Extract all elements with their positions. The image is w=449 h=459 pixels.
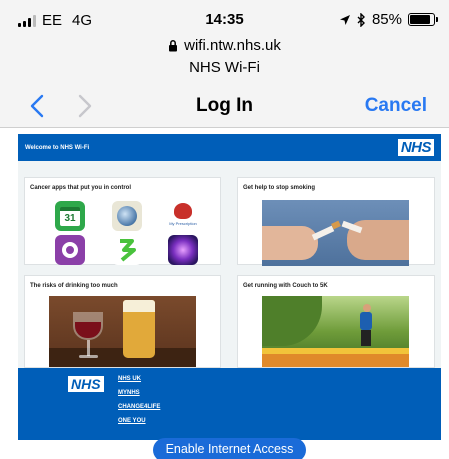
bluetooth-icon [357,12,365,27]
prescription-app-label: My Prescription [169,221,197,226]
nav-bar: Log In Cancel [0,86,449,128]
cancel-button[interactable]: Cancel [365,95,427,117]
battery-percent: 85% [371,11,402,28]
app-icons-grid: 31 My Prescription [55,201,198,265]
site-footer: NHS NHS UK MYNHS CHANGE4LIFE ONE YOU [18,368,441,440]
url-text: wifi.ntw.nhs.uk [184,37,281,54]
footer-link-mynhs[interactable]: MYNHS [118,390,160,396]
card-title: The risks of drinking too much [30,283,118,289]
calendar-app-icon: 31 [55,201,85,231]
page-title: NHS Wi-Fi [189,59,260,76]
footer-link-one-you[interactable]: ONE YOU [118,418,160,424]
status-right: 85% [339,11,438,28]
purple-ring-app-icon [55,235,85,265]
prescription-app-icon: My Prescription [168,201,198,231]
purple-cell-app-icon [168,235,198,265]
card-title: Get help to stop smoking [243,185,316,191]
enable-internet-button[interactable]: Enable Internet Access [153,438,306,459]
card-cancer-apps[interactable]: Cancer apps that put you in control 31 M… [24,177,221,265]
footer-link-nhs-uk[interactable]: NHS UK [118,376,160,382]
card-couch-to-5k[interactable]: Get running with Couch to 5K [237,275,435,368]
web-content: Welcome to NHS Wi-Fi NHS Cancer apps tha… [18,134,441,440]
footer-links: NHS UK MYNHS CHANGE4LIFE ONE YOU [118,376,160,432]
card-stop-smoking[interactable]: Get help to stop smoking [237,177,435,266]
card-title: Cancer apps that put you in control [30,185,132,191]
green-leaf-app-icon [112,235,142,265]
calendar-day: 31 [60,207,80,226]
battery-fill [410,15,430,24]
status-bar: EE 4G 14:35 85% [0,0,449,36]
url-area[interactable]: wifi.ntw.nhs.uk NHS Wi-Fi [0,36,449,86]
welcome-text: Welcome to NHS Wi-Fi [25,144,90,151]
globe-app-icon [112,201,142,231]
card-title: Get running with Couch to 5K [243,283,328,289]
runner-image [262,296,409,367]
battery-icon [408,13,438,26]
footer-link-change4life[interactable]: CHANGE4LIFE [118,404,160,410]
lock-icon [169,40,178,52]
wine-beer-image [49,296,196,367]
nhs-logo: NHS [397,139,434,156]
url-line[interactable]: wifi.ntw.nhs.uk [0,37,449,54]
footer-nhs-logo: NHS [68,376,104,392]
cards-area: Cancer apps that put you in control 31 M… [18,161,441,368]
card-drinking[interactable]: The risks of drinking too much [24,275,221,368]
broken-cigarette-image [262,200,409,266]
location-arrow-icon [339,14,350,25]
site-header: Welcome to NHS Wi-Fi NHS [18,134,441,161]
